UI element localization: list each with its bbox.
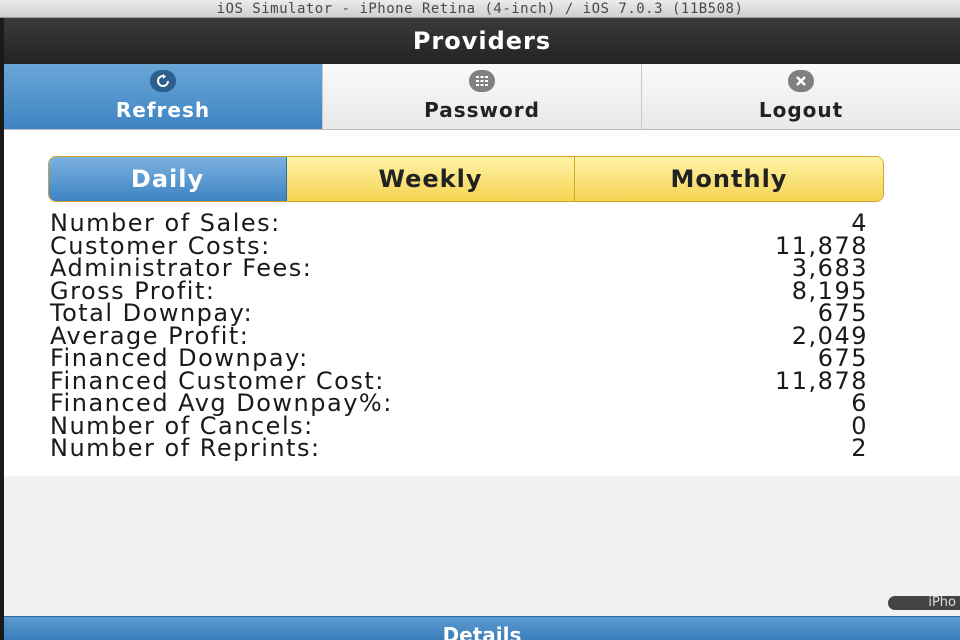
tab-daily[interactable]: Daily [49, 157, 287, 201]
tab-weekly[interactable]: Weekly [287, 157, 575, 201]
password-label: Password [424, 98, 540, 122]
simulator-badge: iPho [888, 596, 960, 610]
empty-area [4, 476, 960, 616]
keypad-icon [469, 70, 495, 92]
password-button[interactable]: Password [323, 64, 642, 129]
logout-button[interactable]: Logout [642, 64, 960, 129]
stats-panel: Daily Weekly Monthly Number of Sales: 4 … [4, 130, 960, 476]
refresh-icon [150, 70, 176, 92]
page-title: Providers [4, 18, 960, 64]
top-toolbar: Refresh Password Logout [4, 64, 960, 130]
refresh-label: Refresh [115, 98, 211, 122]
simulator-title-bar: iOS Simulator - iPhone Retina (4-inch) /… [0, 0, 960, 18]
details-button[interactable]: Details [4, 616, 960, 640]
app-screen: Providers Refresh Password Logout Daily … [0, 18, 960, 640]
stat-row-number-of-reprints: Number of Reprints: 2 [50, 434, 868, 462]
period-segmented-control: Daily Weekly Monthly [48, 156, 884, 202]
stat-label: Number of Reprints: [50, 434, 321, 462]
refresh-button[interactable]: Refresh [4, 64, 323, 129]
tab-monthly[interactable]: Monthly [575, 157, 883, 201]
close-icon [788, 70, 814, 92]
logout-label: Logout [758, 98, 844, 122]
stat-value: 2 [851, 434, 868, 462]
stats-list: Number of Sales: 4 Customer Costs: 11,87… [50, 211, 868, 462]
